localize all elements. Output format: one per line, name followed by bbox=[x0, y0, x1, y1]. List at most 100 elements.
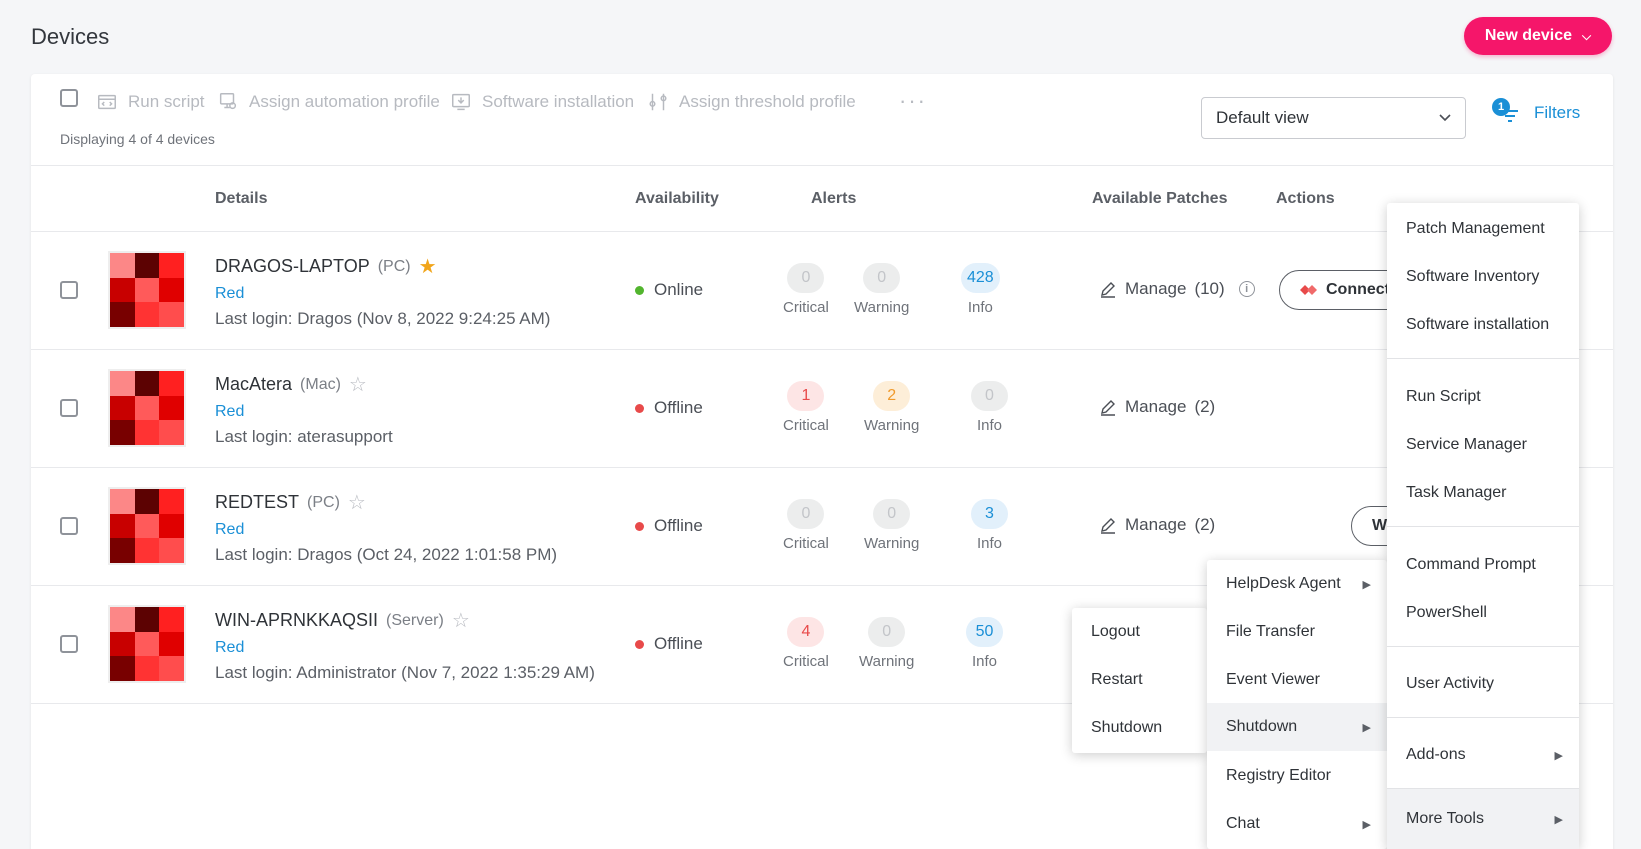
menu-item-chat[interactable]: Chat ▶ bbox=[1207, 804, 1387, 844]
splashtop-icon bbox=[1300, 285, 1317, 295]
menu-item-more-tools[interactable]: More Tools ▶ bbox=[1387, 789, 1579, 849]
menu-item-shutdown-now[interactable]: Shutdown bbox=[1072, 708, 1207, 748]
menu-item-task-manager[interactable]: Task Manager bbox=[1387, 473, 1579, 513]
patch-count: (10) bbox=[1194, 279, 1225, 298]
software-installation-action[interactable]: Software installation bbox=[450, 90, 634, 114]
info-alert[interactable]: 50 Info bbox=[966, 617, 1003, 670]
new-device-label: New device bbox=[1484, 27, 1573, 44]
device-type: (Mac) bbox=[300, 375, 341, 393]
device-avatar bbox=[110, 371, 184, 445]
column-header-details[interactable]: Details bbox=[215, 190, 267, 208]
device-name[interactable]: WIN-APRNKKAQSII bbox=[215, 610, 378, 631]
column-header-actions: Actions bbox=[1276, 190, 1335, 207]
device-avatar bbox=[110, 253, 184, 327]
info-alert[interactable]: 3 Info bbox=[971, 499, 1008, 552]
device-group-link[interactable]: Red bbox=[215, 285, 244, 303]
script-icon bbox=[98, 94, 116, 110]
critical-alert[interactable]: 1 Critical bbox=[783, 381, 829, 434]
table-row[interactable]: MacAtera (Mac) ☆ Red Last login: aterasu… bbox=[31, 350, 1613, 468]
critical-alert[interactable]: 4 Critical bbox=[783, 617, 829, 670]
column-header-alerts[interactable]: Alerts bbox=[811, 190, 856, 208]
warning-alert[interactable]: 0 Warning bbox=[859, 617, 914, 670]
device-name[interactable]: MacAtera bbox=[215, 374, 292, 395]
menu-item-user-activity[interactable]: User Activity bbox=[1387, 664, 1579, 704]
device-type: (PC) bbox=[307, 493, 340, 511]
row-checkbox[interactable] bbox=[60, 399, 78, 417]
filters-button[interactable]: 1 Filters bbox=[1492, 98, 1580, 128]
favorite-star-icon[interactable]: ☆ bbox=[452, 608, 470, 633]
select-all-checkbox[interactable] bbox=[60, 89, 78, 107]
assign-automation-profile-label: Assign automation profile bbox=[249, 92, 440, 111]
menu-item-restart[interactable]: Restart bbox=[1072, 660, 1207, 700]
menu-item-label: Event Viewer bbox=[1226, 671, 1320, 688]
status-dot bbox=[635, 639, 644, 649]
info-alert[interactable]: 0 Info bbox=[971, 381, 1008, 434]
info-icon[interactable]: i bbox=[1238, 281, 1255, 297]
chevron-right-icon: ▶ bbox=[1362, 818, 1371, 831]
new-device-button[interactable]: New device ⌵ bbox=[1464, 17, 1612, 55]
last-login: Last login: aterasupport bbox=[215, 427, 393, 446]
view-select[interactable]: Default view bbox=[1201, 97, 1466, 139]
run-script-action[interactable]: Run script bbox=[96, 90, 205, 114]
device-group-link[interactable]: Red bbox=[215, 521, 244, 539]
manage-label: Manage bbox=[1125, 515, 1187, 534]
menu-item-label: Registry Editor bbox=[1226, 767, 1331, 784]
favorite-star-icon[interactable]: ★ bbox=[419, 254, 437, 279]
menu-item-helpdesk-agent[interactable]: HelpDesk Agent ▶ bbox=[1207, 564, 1387, 604]
device-group-link[interactable]: Red bbox=[215, 403, 244, 421]
warning-alert[interactable]: 0 Warning bbox=[864, 499, 919, 552]
toolbar: Run script Assign automation profile Sof… bbox=[31, 74, 1613, 166]
device-name-line: MacAtera (Mac) ☆ bbox=[215, 372, 367, 397]
manage-patches-link[interactable]: Manage (10) i bbox=[1099, 279, 1255, 299]
chevron-right-icon: ▶ bbox=[1554, 749, 1563, 762]
column-header-availability[interactable]: Availability bbox=[635, 190, 719, 208]
software-install-icon bbox=[452, 93, 470, 111]
menu-item-label: PowerShell bbox=[1406, 604, 1487, 621]
assign-automation-profile-action[interactable]: Assign automation profile bbox=[217, 90, 440, 114]
warning-alert[interactable]: 2 Warning bbox=[864, 381, 919, 434]
menu-item-label: Restart bbox=[1091, 671, 1143, 688]
chevron-down-icon: ⌵ bbox=[1582, 28, 1592, 43]
menu-item-label: Shutdown bbox=[1091, 719, 1163, 736]
menu-item-run-script[interactable]: Run Script bbox=[1387, 377, 1579, 417]
row-checkbox[interactable] bbox=[60, 517, 78, 535]
device-name[interactable]: DRAGOS-LAPTOP bbox=[215, 256, 370, 277]
menu-item-command-prompt[interactable]: Command Prompt bbox=[1387, 545, 1579, 585]
assign-threshold-profile-action[interactable]: Assign threshold profile bbox=[647, 90, 856, 114]
device-group-link[interactable]: Red bbox=[215, 639, 244, 657]
menu-item-software-inventory[interactable]: Software Inventory bbox=[1387, 257, 1579, 297]
warning-alert[interactable]: 0 Warning bbox=[854, 263, 909, 316]
menu-item-logout[interactable]: Logout bbox=[1072, 612, 1207, 652]
menu-item-event-viewer[interactable]: Event Viewer bbox=[1207, 660, 1387, 700]
critical-label: Critical bbox=[783, 299, 829, 316]
menu-item-powershell[interactable]: PowerShell bbox=[1387, 593, 1579, 633]
assign-threshold-profile-label: Assign threshold profile bbox=[679, 92, 856, 111]
manage-patches-link[interactable]: Manage (2) bbox=[1099, 515, 1215, 535]
critical-alert[interactable]: 0 Critical bbox=[783, 499, 829, 552]
connect-label: Connect bbox=[1326, 281, 1390, 298]
menu-item-shutdown[interactable]: Shutdown ▶ bbox=[1207, 703, 1387, 751]
row-checkbox[interactable] bbox=[60, 281, 78, 299]
menu-item-registry-editor[interactable]: Registry Editor bbox=[1207, 756, 1387, 796]
menu-item-label: Software Inventory bbox=[1406, 268, 1540, 285]
row-checkbox[interactable] bbox=[60, 635, 78, 653]
menu-item-software-installation[interactable]: Software installation bbox=[1387, 305, 1579, 345]
software-installation-label: Software installation bbox=[482, 92, 635, 111]
menu-item-service-manager[interactable]: Service Manager bbox=[1387, 425, 1579, 465]
manage-patches-link[interactable]: Manage (2) bbox=[1099, 397, 1215, 417]
menu-item-patch-management[interactable]: Patch Management bbox=[1387, 209, 1579, 249]
critical-alert[interactable]: 0 Critical bbox=[783, 263, 829, 316]
column-header-available-patches[interactable]: Available Patches bbox=[1092, 190, 1227, 208]
menu-item-add-ons[interactable]: Add-ons ▶ bbox=[1387, 735, 1579, 775]
table-row[interactable]: DRAGOS-LAPTOP (PC) ★ Red Last login: Dra… bbox=[31, 232, 1613, 350]
favorite-star-icon[interactable]: ☆ bbox=[348, 490, 366, 515]
more-actions-icon[interactable]: ··· bbox=[899, 88, 927, 114]
info-alert[interactable]: 428 Info bbox=[961, 263, 1000, 316]
view-select-value: Default view bbox=[1216, 108, 1309, 127]
device-name[interactable]: REDTEST bbox=[215, 492, 299, 513]
info-count: 428 bbox=[961, 263, 1000, 293]
warning-label: Warning bbox=[854, 299, 910, 316]
menu-item-file-transfer[interactable]: File Transfer bbox=[1207, 612, 1387, 652]
menu-item-label: Add-ons bbox=[1406, 746, 1466, 763]
favorite-star-icon[interactable]: ☆ bbox=[349, 372, 367, 397]
